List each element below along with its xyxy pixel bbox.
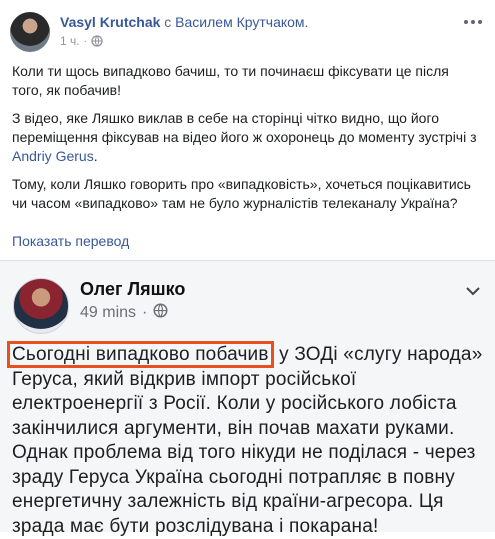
post-body: Коли ти щось випадково бачиш, то ти почи… bbox=[12, 62, 482, 222]
tagged-person-link[interactable]: Василем Крутчаком. bbox=[175, 14, 308, 30]
post-meta: 1 ч. · bbox=[60, 34, 103, 48]
more-options-icon[interactable] bbox=[461, 14, 485, 30]
post-paragraph-1: Коли ти щось випадково бачиш, то ти почи… bbox=[12, 63, 449, 98]
embedded-screenshot: Олег Ляшко 49 mins · Сьогодні випадково … bbox=[0, 260, 495, 537]
mention-link-andriy-gerus[interactable]: Andriy Gerus bbox=[12, 148, 94, 164]
embedded-post-text: Сьогодні випадково побачив у ЗОДі «слугу… bbox=[7, 341, 490, 539]
paragraph-2-text: З відео, яке Ляшко виклав в себе на стор… bbox=[12, 110, 477, 145]
embedded-author-avatar bbox=[13, 278, 69, 334]
chevron-down-icon bbox=[465, 283, 481, 301]
author-line: Vasyl Krutchak с Василем Крутчаком. bbox=[60, 14, 308, 30]
highlighted-phrase: Сьогодні випадково побачив bbox=[7, 341, 274, 368]
embedded-text-rest: у ЗОДі «слугу народа» Геруса, який відкр… bbox=[12, 344, 483, 537]
embedded-author-name: Олег Ляшко bbox=[80, 279, 186, 299]
author-name-link[interactable]: Vasyl Krutchak bbox=[60, 14, 160, 30]
meta-separator: · bbox=[83, 35, 87, 47]
paragraph-2-end: . bbox=[93, 148, 98, 164]
post-timestamp[interactable]: 1 ч. bbox=[60, 34, 80, 48]
facebook-post: Vasyl Krutchak с Василем Крутчаком. 1 ч.… bbox=[0, 0, 495, 537]
show-translation-link[interactable]: Показать перевод bbox=[12, 233, 129, 249]
globe-icon[interactable] bbox=[91, 35, 103, 47]
post-paragraph-2: З відео, яке Ляшко виклав в себе на стор… bbox=[12, 109, 482, 166]
with-word: с bbox=[164, 14, 172, 30]
embedded-timestamp: 49 mins bbox=[80, 304, 137, 321]
embedded-meta: 49 mins · bbox=[80, 303, 168, 323]
embedded-meta-separator: · bbox=[142, 304, 148, 321]
author-avatar[interactable] bbox=[10, 12, 50, 52]
globe-icon bbox=[153, 303, 168, 323]
post-paragraph-3: Тому, коли Ляшко говорить про «випадкові… bbox=[12, 176, 471, 211]
post-header: Vasyl Krutchak с Василем Крутчаком. 1 ч.… bbox=[10, 8, 485, 54]
